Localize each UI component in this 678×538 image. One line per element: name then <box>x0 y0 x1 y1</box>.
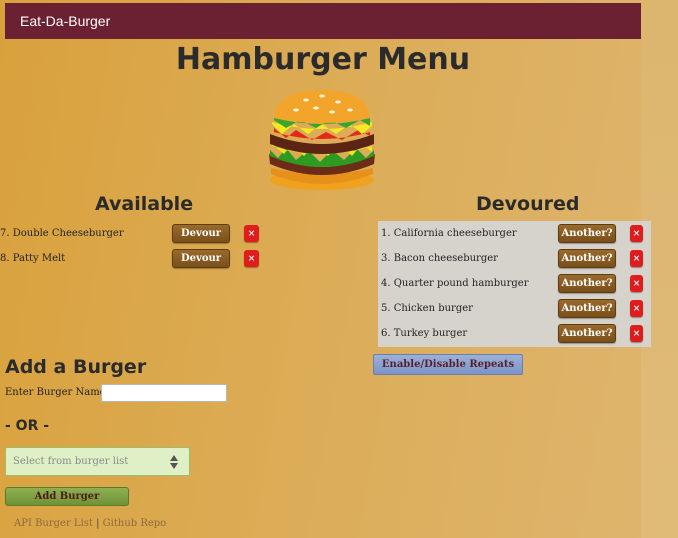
devoured-item-label: 4. Quarter pound hamburger <box>381 278 529 289</box>
close-icon[interactable]: × <box>630 300 643 317</box>
close-icon[interactable]: × <box>244 225 259 242</box>
close-icon[interactable]: × <box>630 275 643 292</box>
another-button[interactable]: Another? <box>558 249 616 268</box>
close-icon[interactable]: × <box>630 325 643 342</box>
navbar: Eat-Da-Burger <box>5 3 641 39</box>
add-burger-heading: Add a Burger <box>5 356 147 378</box>
another-button[interactable]: Another? <box>558 224 616 243</box>
devour-button[interactable]: Devour <box>172 224 230 243</box>
devoured-item-label: 1. California cheeseburger <box>381 228 517 239</box>
close-icon[interactable]: × <box>244 250 259 267</box>
burger-name-input[interactable] <box>101 384 227 402</box>
available-heading: Available <box>95 193 194 215</box>
api-burger-list-link[interactable]: API Burger List <box>14 518 93 529</box>
github-repo-link[interactable]: Github Repo <box>103 518 167 529</box>
another-button[interactable]: Another? <box>558 324 616 343</box>
burger-name-label: Enter Burger Name: <box>5 387 109 398</box>
devour-button[interactable]: Devour <box>172 249 230 268</box>
navbar-brand[interactable]: Eat-Da-Burger <box>20 13 110 29</box>
another-button[interactable]: Another? <box>558 274 616 293</box>
devoured-heading: Devoured <box>476 193 580 215</box>
add-burger-button[interactable]: Add Burger <box>5 487 129 506</box>
or-divider: - OR - <box>5 418 50 434</box>
footer-separator: | <box>96 518 100 529</box>
hamburger-icon <box>269 90 375 190</box>
close-icon[interactable]: × <box>630 250 643 267</box>
devoured-item-label: 5. Chicken burger <box>381 303 473 314</box>
another-button[interactable]: Another? <box>558 299 616 318</box>
devoured-item-label: 6. Turkey burger <box>381 328 468 339</box>
available-item-label: 8. Patty Melt <box>0 253 66 264</box>
burger-select-placeholder: Select from burger list <box>13 456 129 467</box>
burger-select[interactable]: Select from burger list <box>5 447 190 476</box>
sort-arrows-icon <box>170 455 178 469</box>
footer-links: API Burger List | Github Repo <box>14 518 166 529</box>
devoured-item-label: 3. Bacon cheeseburger <box>381 253 498 264</box>
toggle-repeats-button[interactable]: Enable/Disable Repeats <box>373 354 523 375</box>
available-item-label: 7. Double Cheeseburger <box>0 228 124 239</box>
close-icon[interactable]: × <box>630 225 643 242</box>
page-title: Hamburger Menu <box>175 42 471 77</box>
